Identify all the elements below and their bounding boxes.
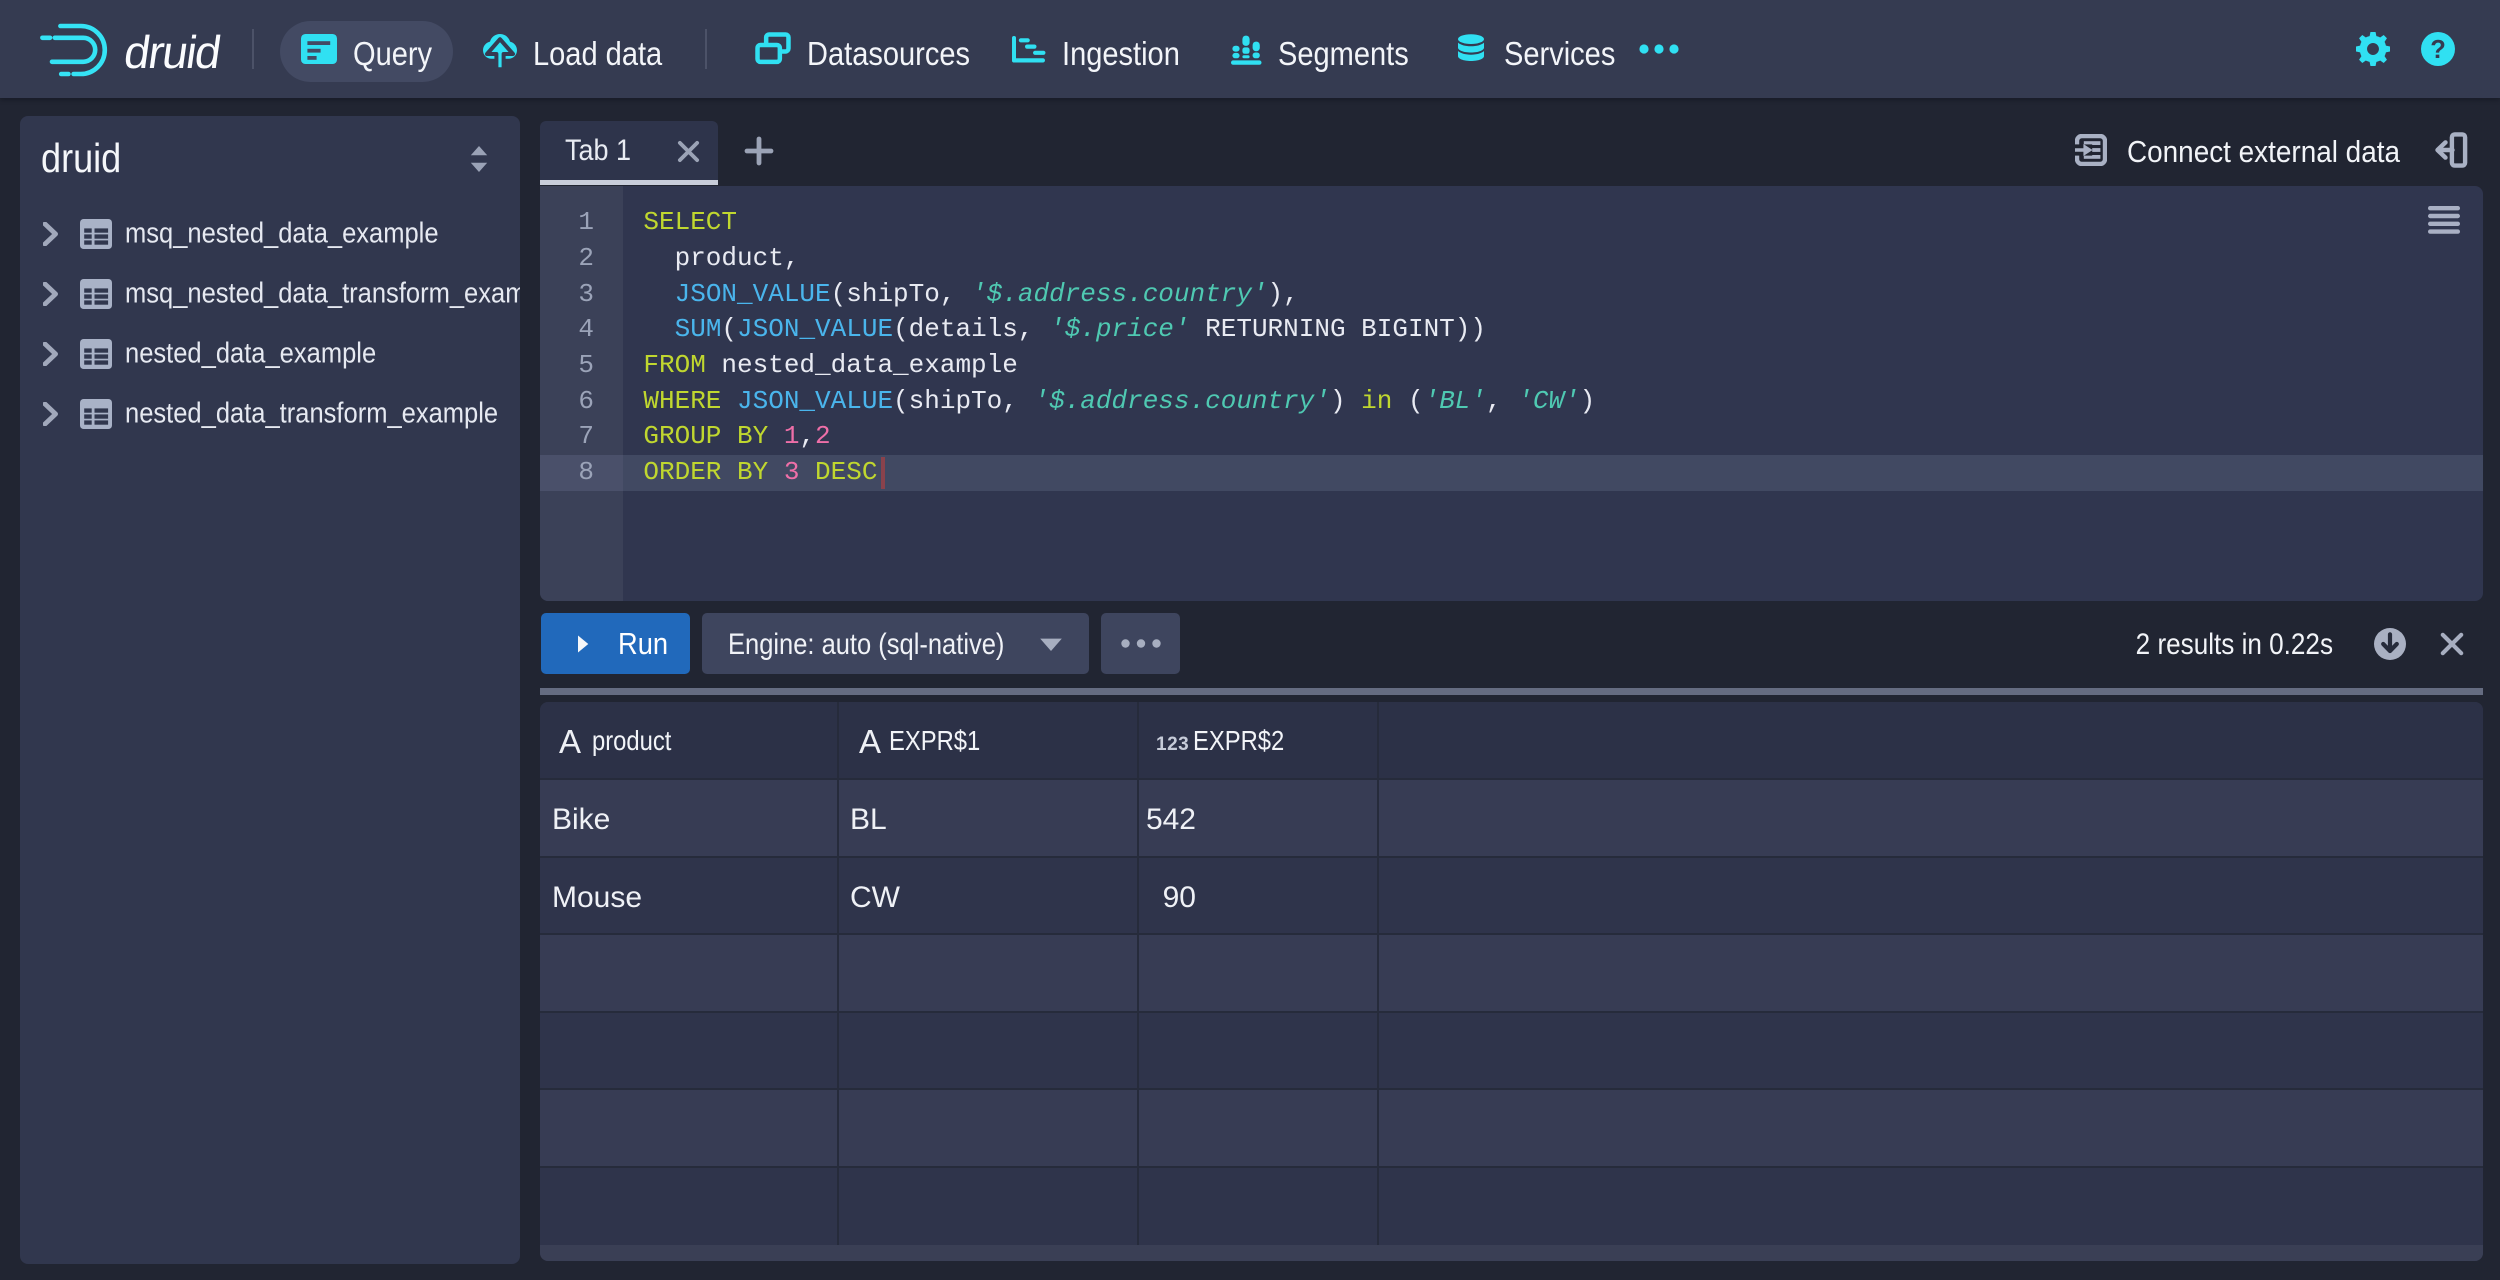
svg-text:?: ?: [2430, 36, 2446, 64]
